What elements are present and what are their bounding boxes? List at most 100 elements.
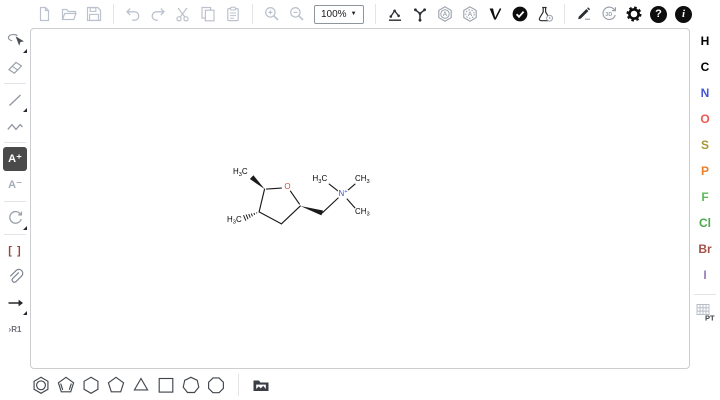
template-button-cyclohexane[interactable]	[80, 374, 102, 396]
bond[interactable]	[348, 184, 355, 190]
wedge-bond[interactable]	[300, 206, 323, 215]
clean-up-button[interactable]	[408, 2, 432, 26]
element-button-cl[interactable]: Cl	[694, 213, 716, 233]
lasso-selection-button[interactable]	[3, 29, 27, 53]
hash-bond[interactable]	[246, 215, 248, 220]
bond[interactable]	[290, 191, 299, 204]
zoom-in-button[interactable]	[260, 2, 284, 26]
right-toolbar: HCNOSPF Cl Br I PT	[690, 28, 720, 325]
atom-label-H3C[interactable]: H3C	[233, 167, 248, 178]
element-button-p[interactable]: P	[694, 161, 716, 181]
cyclobutane-icon	[155, 374, 177, 396]
reaction-arrow-button[interactable]	[3, 291, 27, 315]
single-bond-button[interactable]	[3, 88, 27, 112]
settings-button[interactable]	[622, 2, 646, 26]
template-library-icon	[251, 375, 271, 395]
divider	[4, 83, 26, 84]
atom-label-N+[interactable]: N+	[339, 189, 349, 198]
cut-button[interactable]	[171, 2, 195, 26]
hash-bond[interactable]	[244, 215, 246, 221]
cut-icon	[174, 5, 192, 23]
atom-label-H3C[interactable]: H3C	[227, 215, 242, 226]
help-button[interactable]: ?	[647, 2, 671, 26]
atom-label-H3C[interactable]: H3C	[313, 174, 328, 185]
attachment-point-button[interactable]	[3, 265, 27, 289]
erase-button[interactable]	[3, 55, 27, 79]
template-button-cyclopentane[interactable]	[105, 374, 127, 396]
bond[interactable]	[259, 212, 281, 224]
erase-icon	[6, 58, 24, 76]
rotate-tool-button[interactable]	[3, 206, 27, 230]
undo-button[interactable]	[121, 2, 145, 26]
template-toolbar	[30, 370, 272, 400]
chain-button[interactable]	[3, 114, 27, 138]
zoom-level-dropdown[interactable]: 100% ▼	[314, 5, 364, 24]
check-structure-button[interactable]	[508, 2, 532, 26]
bond[interactable]	[347, 199, 355, 208]
bond[interactable]	[322, 198, 338, 213]
bond[interactable]	[281, 206, 300, 224]
calculated-values-button[interactable]	[533, 2, 557, 26]
template-button-cyclobutane[interactable]	[155, 374, 177, 396]
bond[interactable]	[259, 189, 264, 212]
calculate-cip-button[interactable]	[483, 2, 507, 26]
wedge-bond[interactable]	[250, 175, 265, 189]
paste-button[interactable]	[221, 2, 245, 26]
element-button-n[interactable]: N	[694, 83, 716, 103]
template-button-cyclopropane[interactable]	[130, 374, 152, 396]
copy-button[interactable]	[196, 2, 220, 26]
about-button[interactable]: i	[672, 2, 696, 26]
element-button-br[interactable]: Br	[694, 239, 716, 259]
layout-button[interactable]	[383, 2, 407, 26]
hash-bond[interactable]	[249, 214, 251, 218]
bond[interactable]	[329, 184, 338, 191]
aromatize-button[interactable]: A	[433, 2, 457, 26]
dearomatize-button[interactable]: A	[458, 2, 482, 26]
periodic-table-label: PT	[705, 314, 715, 323]
template-library-button[interactable]	[250, 374, 272, 396]
element-button-f[interactable]: F	[694, 187, 716, 207]
r-group-button[interactable]: ›R1	[3, 317, 27, 341]
element-button-c[interactable]: C	[694, 57, 716, 77]
drawing-canvas[interactable]: H3C O H3C H3C CH3 N+ CH3	[30, 28, 690, 369]
open-button[interactable]	[57, 2, 81, 26]
edit-3d-button[interactable]	[572, 2, 596, 26]
bond[interactable]	[267, 188, 282, 189]
save-button[interactable]	[82, 2, 106, 26]
redo-icon	[149, 5, 167, 23]
template-button-cycloheptane[interactable]	[180, 374, 202, 396]
charge-minus-icon: A⁻	[8, 180, 22, 191]
atom-label-O[interactable]: O	[284, 182, 290, 191]
info-icon: i	[675, 6, 692, 23]
aromatize-icon: A	[436, 5, 454, 23]
template-button-cyclooctane[interactable]	[205, 374, 227, 396]
gear-icon	[625, 5, 643, 23]
charge-plus-button[interactable]: A⁺	[3, 147, 27, 171]
hash-bond[interactable]	[251, 214, 252, 217]
template-button-benzene[interactable]	[30, 374, 52, 396]
cyclohexane-icon	[80, 374, 102, 396]
element-button-i[interactable]: I	[694, 265, 716, 285]
atom-label-CH3[interactable]: CH3	[355, 207, 370, 218]
s-group-button[interactable]: [ ]	[3, 239, 27, 263]
copy-icon	[199, 5, 217, 23]
rotate-3d-button[interactable]: 3D	[597, 2, 621, 26]
periodic-table-button[interactable]: PT	[693, 300, 717, 324]
zoom-out-button[interactable]	[285, 2, 309, 26]
element-button-s[interactable]: S	[694, 135, 716, 155]
hash-bond[interactable]	[254, 213, 255, 215]
new-document-button[interactable]	[32, 2, 56, 26]
benzene-icon	[30, 374, 52, 396]
help-icon: ?	[650, 6, 667, 23]
cyclopentane-icon	[105, 374, 127, 396]
element-button-h[interactable]: H	[694, 31, 716, 51]
template-button-cyclopentadiene[interactable]	[55, 374, 77, 396]
chemical-editor-app: 100% ▼	[0, 0, 720, 400]
charge-minus-button[interactable]: A⁻	[3, 173, 27, 197]
atom-label-CH3[interactable]: CH3	[355, 174, 370, 185]
molecule[interactable]: H3C O H3C H3C CH3 N+ CH3	[31, 29, 689, 368]
element-button-o[interactable]: O	[694, 109, 716, 129]
redo-button[interactable]	[146, 2, 170, 26]
cyclooctane-icon	[205, 374, 227, 396]
divider	[113, 4, 114, 24]
